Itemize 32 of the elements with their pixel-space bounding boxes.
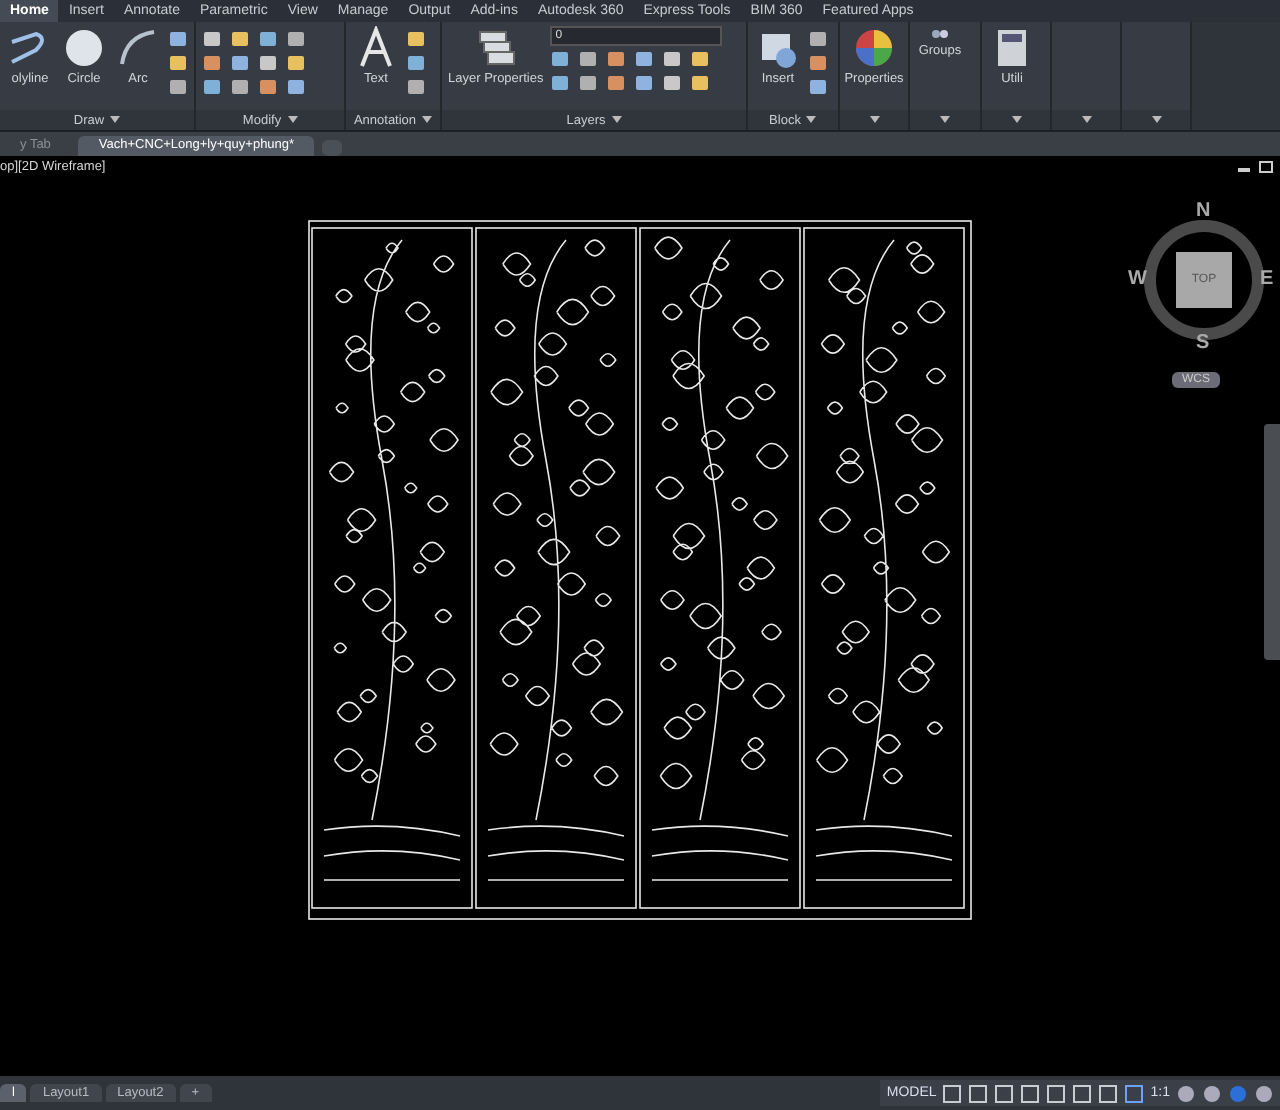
- layer-stack-icon[interactable]: [473, 26, 518, 70]
- tool-icon[interactable]: [689, 50, 710, 68]
- compass-west[interactable]: W: [1128, 268, 1147, 290]
- letter-a-icon[interactable]: [354, 26, 398, 70]
- compass-north[interactable]: N: [1196, 200, 1211, 222]
- caret-icon[interactable]: [611, 116, 622, 124]
- tool-icon[interactable]: [605, 74, 626, 92]
- tool-icon[interactable]: [577, 74, 598, 92]
- color-wheel-icon[interactable]: [852, 26, 896, 70]
- tool-icon[interactable]: [605, 50, 626, 68]
- tool-icon[interactable]: [549, 50, 570, 68]
- caret-icon[interactable]: [869, 116, 879, 124]
- tool-icon[interactable]: [661, 74, 682, 92]
- arc-icon[interactable]: [116, 26, 160, 70]
- caret-icon[interactable]: [422, 116, 433, 124]
- caret-icon[interactable]: [1151, 116, 1161, 124]
- tool-icon[interactable]: [661, 50, 682, 68]
- compass-east[interactable]: E: [1260, 268, 1274, 290]
- groups-icon[interactable]: [928, 26, 952, 42]
- tool-icon[interactable]: [633, 74, 654, 92]
- tool-icon[interactable]: [633, 50, 654, 68]
- compass-south[interactable]: S: [1196, 332, 1210, 354]
- caret-icon[interactable]: [1081, 116, 1091, 124]
- viewport-controls-icon[interactable]: [1236, 160, 1276, 174]
- caret-icon[interactable]: [940, 116, 950, 124]
- tool-icon[interactable]: [577, 50, 598, 68]
- tool-icon[interactable]: [689, 74, 710, 92]
- caret-icon[interactable]: [806, 116, 817, 124]
- caret-icon[interactable]: [110, 116, 121, 124]
- caret-icon[interactable]: [287, 116, 298, 124]
- caret-icon[interactable]: [1011, 116, 1021, 124]
- tool-icon[interactable]: [549, 74, 570, 92]
